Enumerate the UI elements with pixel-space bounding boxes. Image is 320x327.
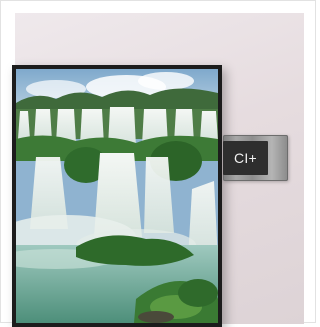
tv-screen bbox=[16, 69, 218, 323]
product-image-frame: CI+ bbox=[0, 0, 316, 327]
tv-set bbox=[12, 65, 222, 327]
ci-plus-label: CI+ bbox=[223, 141, 268, 175]
ci-plus-module: CI+ bbox=[223, 135, 288, 181]
waterfall-scene bbox=[16, 69, 218, 323]
